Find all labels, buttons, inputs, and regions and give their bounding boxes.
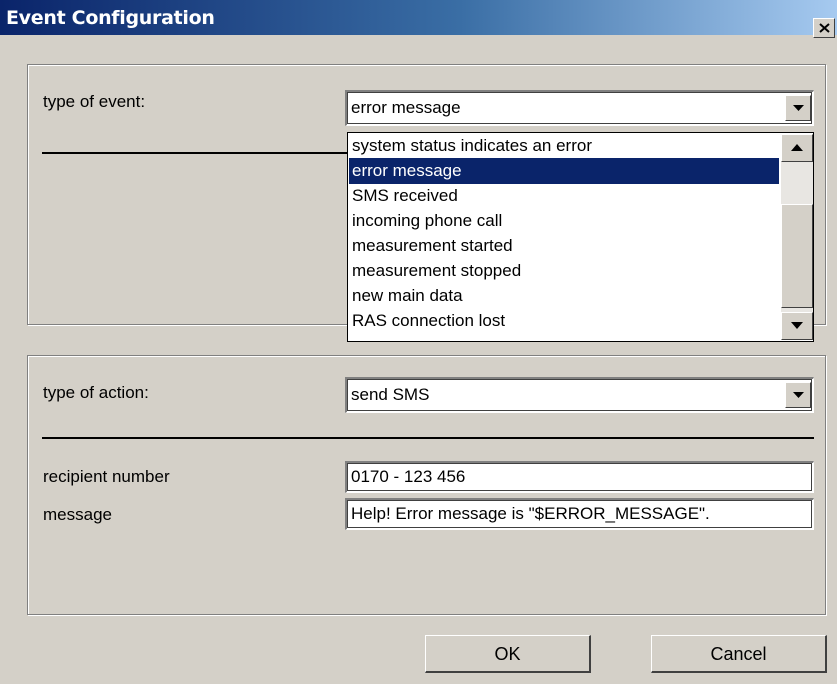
- scroll-up-button[interactable]: [781, 134, 813, 162]
- event-divider: [42, 152, 347, 154]
- dropdown-option[interactable]: measurement stopped: [349, 258, 779, 284]
- dialog-window: Event Configuration type of event: error…: [0, 0, 837, 684]
- recipient-number-value: 0170 - 123 456: [351, 467, 466, 486]
- window-title: Event Configuration: [6, 7, 215, 29]
- cancel-button[interactable]: Cancel: [651, 635, 827, 673]
- dropdown-option[interactable]: RAS connection lost: [349, 308, 779, 334]
- dropdown-option[interactable]: measurement started: [349, 233, 779, 259]
- dropdown-option[interactable]: SMS received: [349, 183, 779, 209]
- scroll-down-button[interactable]: [781, 312, 813, 340]
- action-divider: [42, 437, 814, 439]
- recipient-number-field[interactable]: 0170 - 123 456: [345, 461, 814, 493]
- dropdown-option[interactable]: new main data: [349, 283, 779, 309]
- message-label: message: [43, 505, 112, 524]
- action-type-select[interactable]: send SMS: [345, 377, 814, 413]
- title-bar[interactable]: Event Configuration: [0, 0, 837, 38]
- event-type-select[interactable]: error message: [345, 90, 814, 126]
- event-type-value: error message: [351, 98, 461, 117]
- dropdown-option[interactable]: system status indicates an error: [349, 133, 779, 159]
- event-dropdown-list[interactable]: system status indicates an error error m…: [347, 132, 814, 342]
- close-button[interactable]: [813, 18, 835, 38]
- message-value: Help! Error message is "$ERROR_MESSAGE".: [351, 504, 710, 523]
- event-type-label: type of event:: [43, 92, 146, 111]
- action-type-label: type of action:: [43, 383, 149, 402]
- dropdown-scrollbar[interactable]: [781, 134, 813, 340]
- scroll-thumb[interactable]: [781, 204, 813, 308]
- ok-button[interactable]: OK: [425, 635, 591, 673]
- dropdown-option-selected[interactable]: error message: [349, 158, 779, 184]
- event-dropdown-button[interactable]: [785, 95, 811, 121]
- recipient-number-label: recipient number: [43, 467, 170, 486]
- dropdown-option[interactable]: incoming phone call: [349, 208, 779, 234]
- action-dropdown-button[interactable]: [785, 382, 811, 408]
- message-field[interactable]: Help! Error message is "$ERROR_MESSAGE".: [345, 498, 814, 530]
- action-type-value: send SMS: [351, 385, 430, 404]
